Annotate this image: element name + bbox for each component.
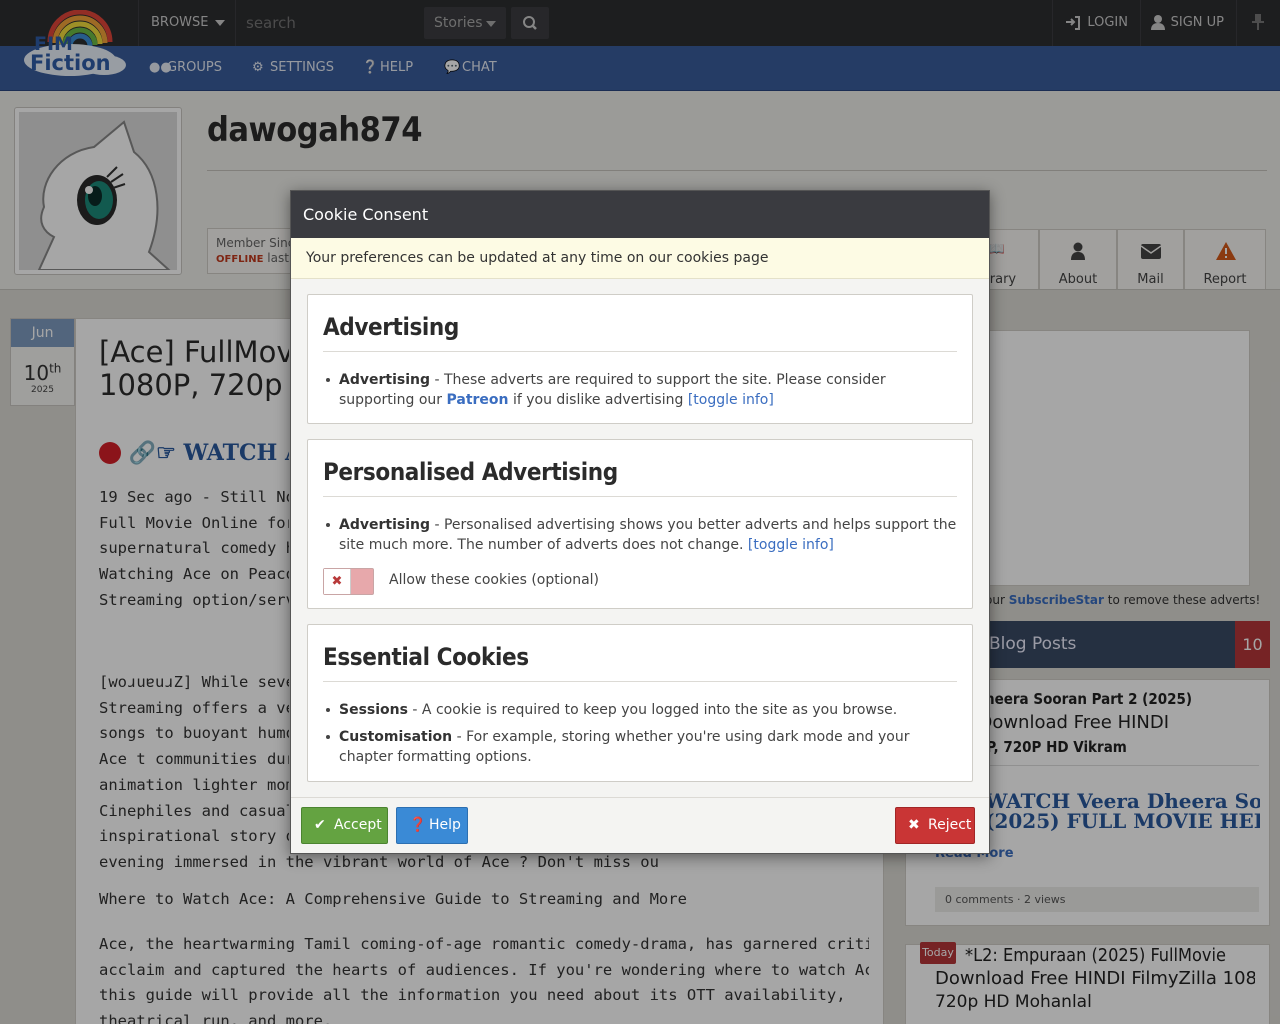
cookie-consent-dialog: Cookie Consent Your preferences can be u… — [290, 190, 990, 854]
close-icon: ✖ — [324, 569, 351, 594]
allow-cookies-toggle[interactable]: ✖ — [323, 568, 374, 595]
help-icon: ❓ — [409, 817, 427, 833]
divider — [291, 797, 989, 798]
patreon-link[interactable]: Patreon — [447, 392, 509, 408]
essential-cookies-section: Essential Cookies Sessions - A cookie is… — [307, 624, 973, 782]
dialog-title: Cookie Consent — [291, 191, 989, 238]
toggle-info-link[interactable]: [toggle info] — [688, 392, 774, 408]
accept-button[interactable]: ✔ Accept — [301, 807, 388, 844]
help-button[interactable]: ❓ Help — [396, 807, 468, 844]
toggle-info-link[interactable]: [toggle info] — [748, 537, 834, 553]
dialog-note: Your preferences can be updated at any t… — [291, 238, 989, 279]
personalised-advertising-section: Personalised Advertising Advertising - P… — [307, 439, 973, 609]
check-icon: ✔ — [314, 817, 326, 833]
allow-cookies-label: Allow these cookies (optional) — [389, 572, 599, 588]
reject-button[interactable]: ✖ Reject — [895, 807, 975, 844]
close-icon: ✖ — [908, 817, 920, 833]
advertising-section: Advertising Advertising - These adverts … — [307, 294, 973, 424]
